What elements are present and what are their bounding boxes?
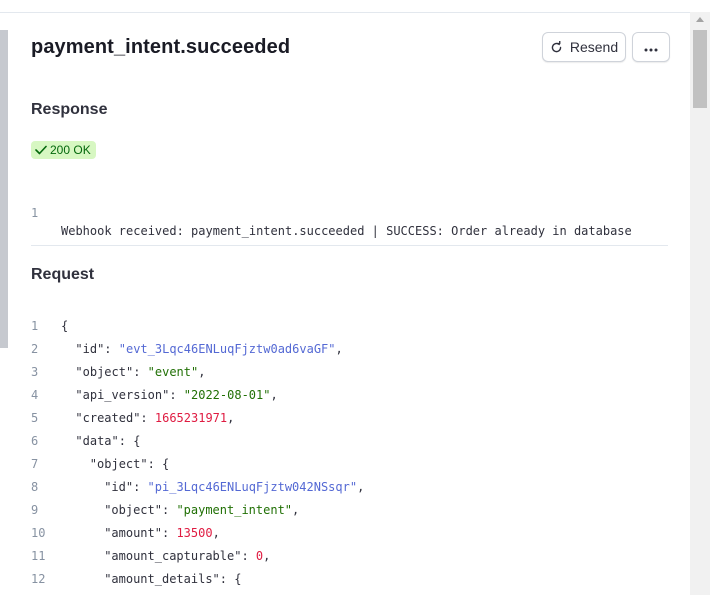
- json-punctuation: :: [169, 388, 184, 402]
- json-key: "data": [75, 434, 119, 448]
- json-key: "object": [75, 365, 134, 379]
- more-options-button[interactable]: [632, 32, 670, 62]
- json-key: "object": [89, 457, 148, 471]
- json-key: "created": [75, 411, 141, 425]
- json-key: "id": [75, 342, 105, 356]
- line-text: "id": "evt_3Lqc46ENLuqFjztw0ad6vaGF",: [75, 340, 342, 358]
- json-punctuation: ,: [335, 342, 343, 356]
- json-value: 1665231971: [154, 411, 228, 425]
- json-punctuation: :: [161, 503, 177, 517]
- line-number: 1: [31, 319, 39, 333]
- json-punctuation: : {: [118, 434, 141, 448]
- json-key: "amount_capturable": [104, 549, 242, 563]
- request-heading: Request: [31, 266, 95, 283]
- json-value: "evt_3Lqc46ENLuqFjztw0ad6vaGF": [118, 342, 336, 356]
- line-text: {: [61, 317, 68, 335]
- json-value: "2022-08-01": [183, 388, 271, 402]
- line-number: 8: [31, 480, 39, 494]
- scrollbar[interactable]: [690, 12, 710, 595]
- status-badge: 200 OK: [31, 141, 96, 159]
- scroll-up-arrow-icon[interactable]: [696, 17, 704, 22]
- line-text: Webhook received: payment_intent.succeed…: [61, 224, 632, 238]
- line-text: "object": {: [90, 455, 169, 473]
- json-punctuation: ,: [357, 480, 365, 494]
- json-punctuation: :: [133, 480, 148, 494]
- json-key: "api_version": [75, 388, 170, 402]
- line-text: "object": "payment_intent",: [104, 501, 299, 519]
- json-punctuation: ,: [227, 411, 235, 425]
- line-number: 12: [31, 572, 46, 586]
- line-text: "api_version": "2022-08-01",: [75, 386, 277, 404]
- json-value: "payment_intent": [176, 503, 293, 517]
- line-number: 6: [31, 434, 39, 448]
- json-punctuation: :: [161, 526, 177, 540]
- line-text: "object": "event",: [75, 363, 205, 381]
- json-punctuation: :: [140, 411, 155, 425]
- json-punctuation: ,: [263, 549, 271, 563]
- json-punctuation: ,: [212, 526, 220, 540]
- json-punctuation: : {: [147, 457, 170, 471]
- line-number: 7: [31, 457, 39, 471]
- json-punctuation: ,: [198, 365, 206, 379]
- line-number: 10: [31, 526, 46, 540]
- top-border: [0, 12, 690, 13]
- json-punctuation: :: [104, 342, 119, 356]
- refresh-icon: [550, 40, 563, 54]
- scrollbar-thumb[interactable]: [693, 30, 707, 108]
- json-punctuation: ,: [270, 388, 278, 402]
- json-key: "amount": [104, 526, 162, 540]
- line-number: 11: [31, 549, 46, 563]
- check-icon: [35, 145, 47, 155]
- json-value: "event": [147, 365, 199, 379]
- status-badge-label: 200 OK: [50, 143, 91, 157]
- code-line: 1 Webhook received: payment_intent.succe…: [0, 186, 632, 238]
- line-number: 1: [31, 206, 39, 220]
- json-punctuation: ,: [292, 503, 300, 517]
- line-text: "amount_capturable": 0,: [104, 547, 270, 565]
- section-divider: [31, 245, 668, 246]
- line-text: "data": {: [75, 432, 140, 450]
- json-key: "object": [104, 503, 162, 517]
- resend-button[interactable]: Resend: [542, 32, 626, 62]
- line-number: 4: [31, 388, 39, 402]
- line-text: "amount": 13500,: [104, 524, 220, 542]
- more-icon: [644, 39, 658, 55]
- line-text: "amount_details": {: [104, 570, 241, 588]
- line-number: 5: [31, 411, 39, 425]
- json-key: "amount_details": [104, 572, 220, 586]
- page-title: payment_intent.succeeded: [31, 36, 291, 58]
- json-punctuation: {: [61, 319, 69, 333]
- json-key: "id": [104, 480, 134, 494]
- line-number: 3: [31, 365, 39, 379]
- json-punctuation: : {: [219, 572, 242, 586]
- response-heading: Response: [31, 101, 108, 118]
- json-value: "pi_3Lqc46ENLuqFjztw042NSsqr": [147, 480, 358, 494]
- line-text: "id": "pi_3Lqc46ENLuqFjztw042NSsqr",: [104, 478, 364, 496]
- line-text: "created": 1665231971,: [75, 409, 234, 427]
- line-number: 9: [31, 503, 39, 517]
- json-punctuation: :: [133, 365, 148, 379]
- json-punctuation: :: [241, 549, 256, 563]
- line-number: 2: [31, 342, 39, 356]
- json-value: 13500: [176, 526, 213, 540]
- resend-button-label: Resend: [569, 39, 619, 55]
